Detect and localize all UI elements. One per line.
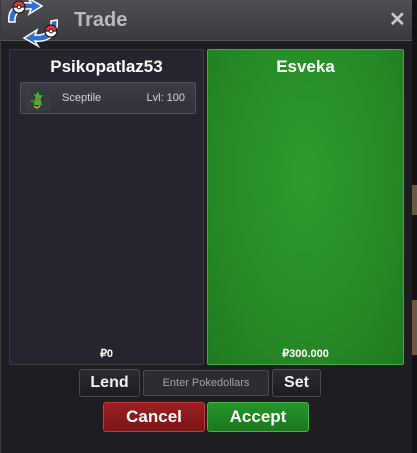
offered-pokemon-slot[interactable]: Sceptile Lvl: 100: [20, 82, 196, 114]
pokedollars-input[interactable]: [143, 370, 269, 396]
sceptile-sprite-icon: [25, 85, 51, 111]
my-player-name: Psikopatlaz53: [50, 57, 163, 76]
my-offer-panel: Psikopatlaz53 Sceptile Lvl: 100 ₽0: [9, 49, 204, 365]
trade-window: Trade ✕ Psikopatlaz53 Sceptile Lvl: 100 …: [0, 0, 413, 453]
partner-money-amount: ₽300.000: [282, 348, 329, 360]
window-title: Trade: [74, 9, 128, 31]
pokemon-level: Lvl: 100: [146, 92, 185, 104]
partner-offer-panel: Esveka ₽300.000: [207, 49, 404, 365]
pokemon-name: Sceptile: [62, 92, 102, 104]
close-icon[interactable]: ✕: [389, 10, 406, 30]
my-money-amount: ₽0: [99, 348, 114, 360]
cancel-button[interactable]: Cancel: [103, 402, 205, 432]
pokeball-swap-icon: [8, 0, 58, 48]
set-button[interactable]: Set: [272, 369, 321, 397]
partner-player-name: Esveka: [276, 57, 335, 76]
accept-button[interactable]: Accept: [207, 402, 309, 432]
lend-button[interactable]: Lend: [79, 369, 140, 397]
background-edge: [412, 0, 417, 453]
